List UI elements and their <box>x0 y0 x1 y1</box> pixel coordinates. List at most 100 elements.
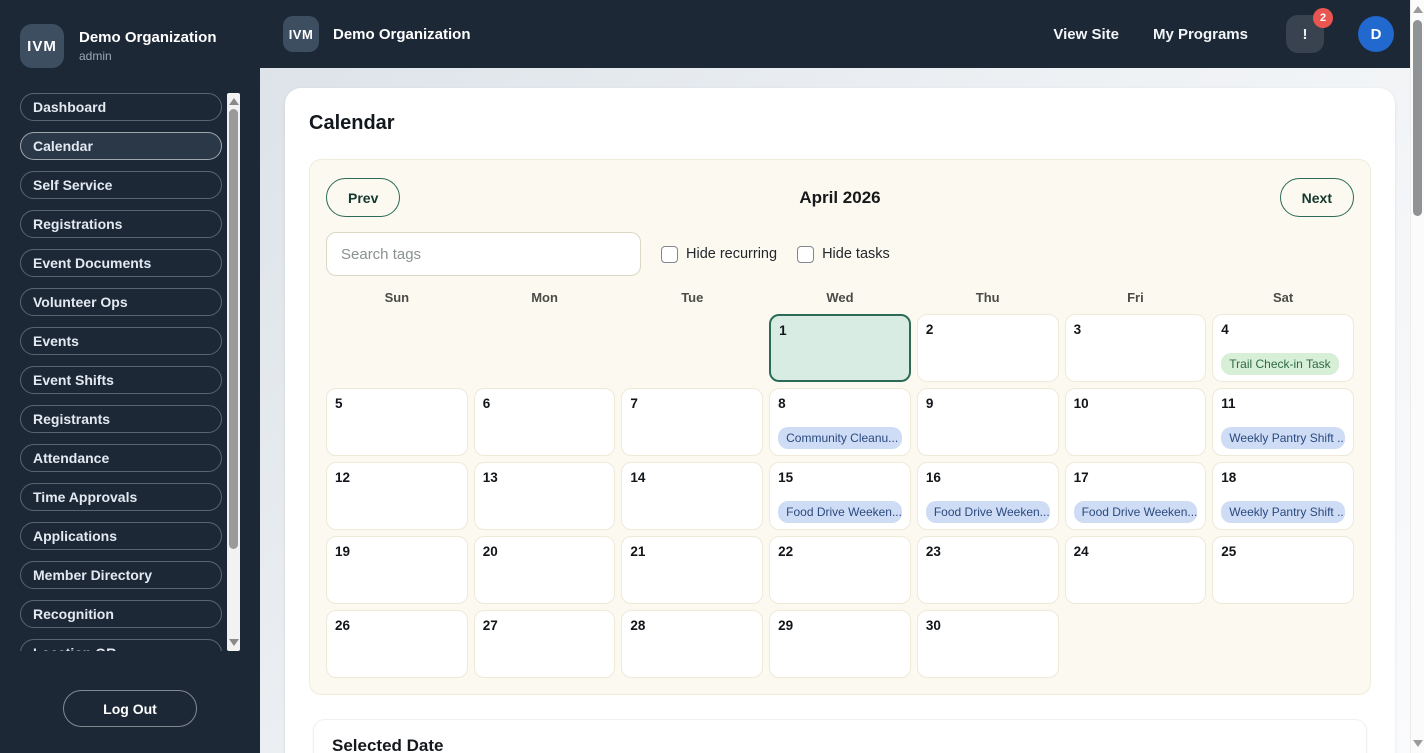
day-number: 9 <box>925 396 934 411</box>
sidebar-item-registrants[interactable]: Registrants <box>20 405 222 433</box>
sidebar-item-location-qr[interactable]: Location QR <box>20 639 222 651</box>
day-number: 6 <box>482 396 491 411</box>
sidebar-item-member-directory[interactable]: Member Directory <box>20 561 222 589</box>
event-pill[interactable]: Food Drive Weeken... <box>778 501 902 523</box>
calendar-day-cell-6[interactable]: 6 <box>473 388 616 456</box>
logout-button[interactable]: Log Out <box>63 690 197 727</box>
calendar-day-cell-25[interactable]: 25 <box>1212 536 1354 604</box>
day-number: 24 <box>1073 544 1089 559</box>
event-pill[interactable]: Community Cleanu... <box>778 427 902 449</box>
calendar-empty-slot <box>474 314 616 382</box>
calendar-day-cell-16[interactable]: 16 Food Drive Weeken... <box>916 462 1059 530</box>
sidebar-item-volunteer-ops[interactable]: Volunteer Ops <box>20 288 222 316</box>
calendar-day-cell-23[interactable]: 23 <box>916 536 1059 604</box>
event-pill[interactable]: Food Drive Weeken... <box>1073 501 1198 523</box>
calendar-day-cell-10[interactable]: 10 <box>1064 388 1207 456</box>
scroll-down-icon[interactable] <box>1413 740 1423 747</box>
event-pill[interactable]: Trail Check-in Task <box>1221 353 1339 375</box>
next-month-button[interactable]: Next <box>1279 178 1354 217</box>
calendar-day-cell-2[interactable]: 2 <box>916 314 1059 382</box>
sidebar-item-applications[interactable]: Applications <box>20 522 222 550</box>
weekday-label: Mon <box>531 290 558 305</box>
scroll-down-icon[interactable] <box>229 639 239 646</box>
scroll-up-icon[interactable] <box>1413 6 1423 13</box>
calendar-day-cell-17[interactable]: 17 Food Drive Weeken... <box>1064 462 1207 530</box>
day-number: 23 <box>925 544 941 559</box>
calendar-panel: Prev April 2026 Next Hide recurring Hide … <box>309 159 1371 695</box>
scroll-up-icon[interactable] <box>229 98 239 105</box>
calendar-day-cell-20[interactable]: 20 <box>473 536 616 604</box>
weekday-label: Wed <box>826 290 854 305</box>
calendar-day-cell-29[interactable]: 29 <box>769 610 911 678</box>
sidebar-item-time-approvals[interactable]: Time Approvals <box>20 483 222 511</box>
calendar-day-cell-21[interactable]: 21 <box>621 536 764 604</box>
sidebar-item-calendar[interactable]: Calendar <box>20 132 222 160</box>
avatar[interactable]: D <box>1358 16 1394 52</box>
day-number: 5 <box>335 396 343 411</box>
my-programs-link[interactable]: My Programs <box>1153 26 1248 43</box>
calendar-day-cell-8[interactable]: 8 Community Cleanu... <box>769 388 911 456</box>
org-logo: IVM <box>20 24 64 68</box>
calendar-day-cell-22[interactable]: 22 <box>769 536 911 604</box>
calendar-day-cell-13[interactable]: 13 <box>473 462 616 530</box>
calendar-grid: 1 2 3 4 Trail Check-in Task 5 6 7 8 Community Cle… <box>326 314 1354 678</box>
sidebar-item-events[interactable]: Events <box>20 327 222 355</box>
page-scrollbar[interactable] <box>1410 0 1424 753</box>
day-number: 29 <box>778 618 794 633</box>
day-number: 11 <box>1221 396 1236 411</box>
day-number: 2 <box>925 322 934 337</box>
sidebar-item-event-shifts[interactable]: Event Shifts <box>20 366 222 394</box>
calendar-day-cell-14[interactable]: 14 <box>621 462 764 530</box>
calendar-day-cell-26[interactable]: 26 <box>326 610 468 678</box>
day-number: 25 <box>1221 544 1237 559</box>
day-number: 30 <box>925 618 941 633</box>
filter-checkbox[interactable] <box>797 245 815 263</box>
page-scrollbar-thumb[interactable] <box>1413 20 1422 216</box>
filter-checkbox[interactable] <box>661 245 678 263</box>
calendar-day-cell-1[interactable]: 1 <box>769 314 911 382</box>
sidebar-item-event-documents[interactable]: Event Documents <box>20 249 222 277</box>
day-number: 16 <box>925 470 941 485</box>
calendar-day-cell-18[interactable]: 18 Weekly Pantry Shift ... <box>1212 462 1354 530</box>
calendar-day-cell-9[interactable]: 9 <box>916 388 1059 456</box>
weekday-label: Thu <box>975 290 1000 305</box>
day-number: 13 <box>482 470 498 485</box>
filter-hide-tasks[interactable]: Hide tasks <box>797 245 890 263</box>
calendar-day-cell-11[interactable]: 11 Weekly Pantry Shift ... <box>1212 388 1354 456</box>
sidebar-scrollbar[interactable] <box>227 93 240 651</box>
sidebar-item-attendance[interactable]: Attendance <box>20 444 222 472</box>
day-number: 4 <box>1221 322 1229 337</box>
calendar-header: Prev April 2026 Next <box>326 178 1354 217</box>
event-pill[interactable]: Weekly Pantry Shift ... <box>1221 427 1345 449</box>
page-title: Calendar <box>309 112 395 134</box>
calendar-day-cell-5[interactable]: 5 <box>326 388 468 456</box>
search-tags-input[interactable] <box>326 232 641 276</box>
calendar-empty-slot <box>621 314 763 382</box>
calendar-day-cell-28[interactable]: 28 <box>621 610 764 678</box>
calendar-day-cell-7[interactable]: 7 <box>621 388 764 456</box>
calendar-day-cell-24[interactable]: 24 <box>1064 536 1207 604</box>
calendar-day-cell-30[interactable]: 30 <box>916 610 1059 678</box>
sidebar-item-registrations[interactable]: Registrations <box>20 210 222 238</box>
sidebar-scrollbar-thumb[interactable] <box>229 109 238 549</box>
event-pill[interactable]: Food Drive Weeken... <box>925 501 1050 523</box>
selected-date-section: Selected Date <box>313 719 1367 753</box>
calendar-day-cell-12[interactable]: 12 <box>326 462 468 530</box>
day-number: 22 <box>778 544 794 559</box>
filter-hide-recurring[interactable]: Hide recurring <box>661 245 777 263</box>
day-number: 14 <box>630 470 646 485</box>
calendar-day-cell-3[interactable]: 3 <box>1064 314 1207 382</box>
calendar-card: Calendar Prev April 2026 Next Hide recur… <box>285 88 1395 753</box>
calendar-day-cell-27[interactable]: 27 <box>473 610 616 678</box>
day-number: 15 <box>778 470 794 485</box>
prev-month-button[interactable]: Prev <box>326 178 401 217</box>
sidebar-item-self-service[interactable]: Self Service <box>20 171 222 199</box>
calendar-day-cell-15[interactable]: 15 Food Drive Weeken... <box>769 462 911 530</box>
sidebar-item-dashboard[interactable]: Dashboard <box>20 93 222 121</box>
calendar-empty-slot <box>326 314 468 382</box>
view-site-link[interactable]: View Site <box>1053 26 1119 43</box>
sidebar-item-recognition[interactable]: Recognition <box>20 600 222 628</box>
calendar-day-cell-4[interactable]: 4 Trail Check-in Task <box>1212 314 1354 382</box>
event-pill[interactable]: Weekly Pantry Shift ... <box>1221 501 1345 523</box>
calendar-day-cell-19[interactable]: 19 <box>326 536 468 604</box>
